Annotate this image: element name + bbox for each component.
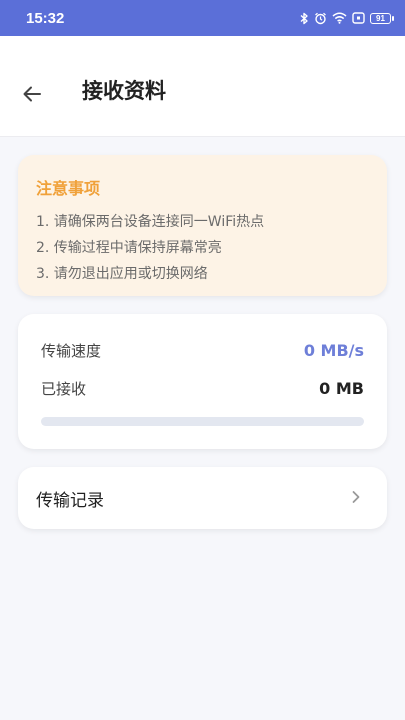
battery-icon: 91 [370,12,394,24]
alarm-icon [314,12,327,25]
speed-label: 传输速度 [41,342,102,360]
transfer-status-card: 传输速度 0 MB/s 已接收 0 MB [18,314,387,449]
notice-item: 3. 请勿退出应用或切换网络 [36,266,208,282]
notice-item: 1. 请确保两台设备连接同一WiFi热点 [36,214,265,230]
speed-value: 0 MB/s [303,341,364,360]
status-time: 15:32 [26,9,65,27]
received-label: 已接收 [41,380,87,398]
wifi-icon [332,12,347,24]
battery-level: 91 [376,13,385,23]
chevron-right-icon [351,489,361,508]
back-button[interactable] [14,82,50,110]
notice-title: 注意事项 [36,179,101,198]
page-title: 接收资料 [82,79,166,103]
notice-item: 2. 传输过程中请保持屏幕常亮 [36,240,222,256]
nfc-icon [352,12,365,24]
bluetooth-icon [299,12,309,25]
notice-card: 注意事项 1. 请确保两台设备连接同一WiFi热点 2. 传输过程中请保持屏幕常… [18,155,387,296]
received-value: 0 MB [319,379,364,398]
progress-bar [41,417,364,426]
transfer-record-label: 传输记录 [36,490,104,511]
app-header: 接收资料 [0,36,405,137]
received-row: 已接收 0 MB [41,378,364,399]
arrow-left-icon [22,85,42,107]
transfer-record-button[interactable]: 传输记录 [18,467,387,529]
status-bar: 15:32 91 [0,0,405,36]
speed-row: 传输速度 0 MB/s [41,340,364,361]
status-icons: 91 [299,12,394,25]
